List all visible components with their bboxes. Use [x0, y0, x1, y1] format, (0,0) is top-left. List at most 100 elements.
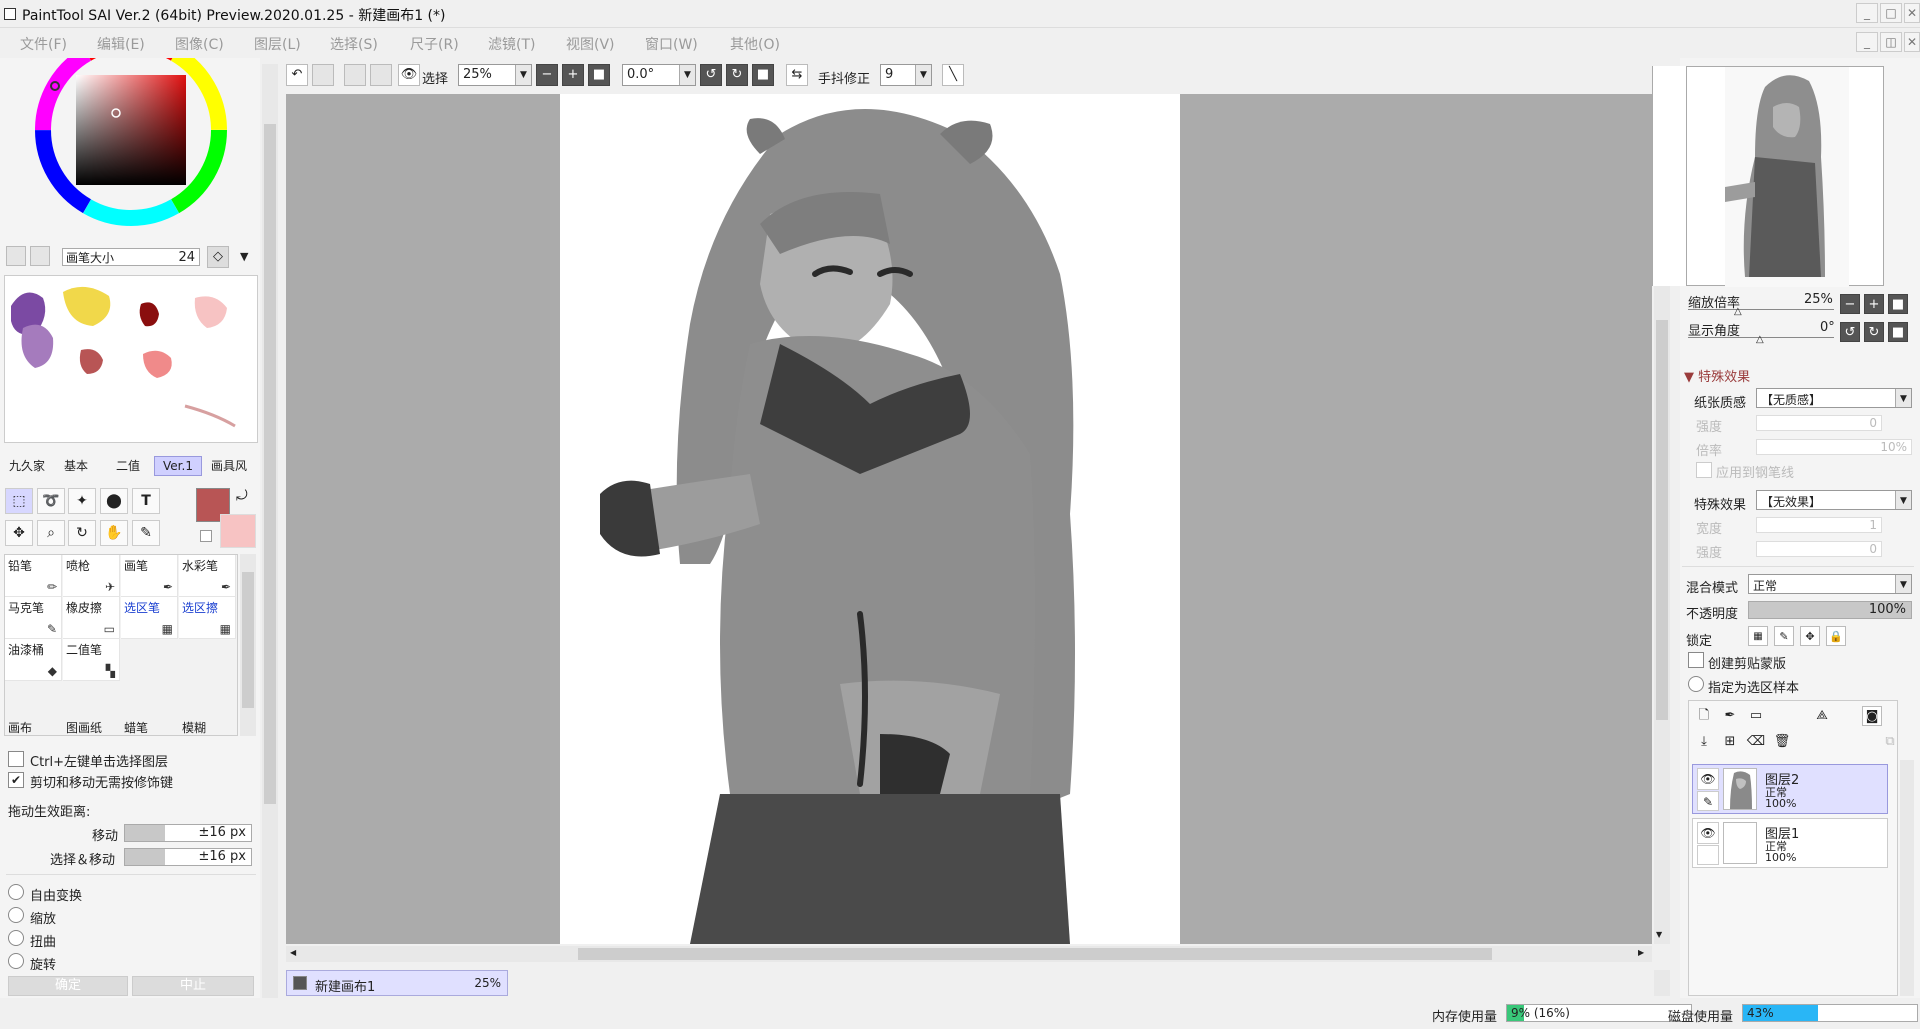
move-distance-slider[interactable]: ±16 px [124, 824, 252, 842]
canvas-horizontal-scrollbar[interactable]: ◀ ▶ [286, 946, 1652, 962]
menu-view[interactable]: 视图(V) [566, 34, 615, 54]
strength-slider[interactable]: 0 [1756, 415, 1882, 431]
ok-button[interactable]: 确定 [8, 976, 128, 996]
menu-filter[interactable]: 滤镜(T) [488, 34, 535, 54]
tab-scrollbar[interactable] [1654, 970, 1670, 996]
slider-thumb-icon[interactable]: △ [1756, 334, 1764, 345]
nav-zoom-slider[interactable] [1688, 309, 1834, 310]
menu-other[interactable]: 其他(O) [730, 34, 780, 54]
tab-binary[interactable]: 二值 [108, 456, 148, 476]
menu-select[interactable]: 选择(S) [330, 34, 378, 54]
doc-close-button[interactable]: ✕ [1904, 32, 1920, 52]
undo-button-icon[interactable]: ↶ [286, 64, 308, 86]
scroll-right-icon[interactable]: ▶ [1638, 948, 1644, 957]
lock-paint-icon[interactable]: ✎ [1774, 626, 1794, 646]
layer-effect-icon[interactable]: ⟁ [1812, 706, 1832, 726]
lock-transparency-icon[interactable]: ▦ [1748, 626, 1768, 646]
brush-slot[interactable]: 选区擦 ▦ [179, 597, 236, 639]
scroll-down-icon[interactable]: ▼ [1656, 930, 1662, 939]
layer-item-1[interactable]: 👁 图层1 正常 100% [1692, 818, 1888, 868]
background-color-swatch[interactable] [220, 514, 256, 548]
zoom-tool-icon[interactable]: ⌕ [37, 520, 65, 546]
canvas-tab[interactable]: 新建画布1 25% [286, 970, 508, 996]
color-wheel[interactable] [28, 58, 236, 236]
brush-slot[interactable]: 画笔 ✒ [121, 555, 178, 597]
eraser-toggle-icon[interactable]: ◇ [207, 246, 229, 268]
swap-colors-icon[interactable]: ⤾ [236, 488, 248, 504]
layer-extra-icon[interactable]: ⧉ [1880, 732, 1900, 752]
apply-pen-checkbox[interactable] [1696, 462, 1712, 478]
brush-slot[interactable]: 马克笔 ✎ [5, 597, 62, 639]
new-pen-layer-icon[interactable]: ✒ [1720, 706, 1740, 726]
nav-zoom-in-icon[interactable]: + [1864, 294, 1884, 314]
nav-rotate-reset-icon[interactable]: ■ [1888, 322, 1908, 342]
hand-tool-icon[interactable]: ✋ [100, 520, 128, 546]
rotate-radio[interactable] [8, 953, 24, 969]
layer-item-2[interactable]: 👁 ✎ 图层2 正常 100% [1692, 764, 1888, 814]
layer-add-icon[interactable]: ⊞ [1720, 732, 1740, 752]
selection-sample-radio[interactable] [1688, 676, 1704, 692]
opacity-slider[interactable]: 100% [1748, 601, 1912, 619]
angle-select[interactable]: 0.0° ▼ [622, 64, 696, 86]
cut-move-checkbox[interactable]: ✔ [8, 772, 24, 788]
width-slider[interactable]: 1 [1756, 517, 1882, 533]
layer-mask-icon[interactable]: ◙ [1862, 706, 1882, 726]
redo-button-icon[interactable] [312, 64, 334, 86]
tab-painter[interactable]: 画具风 [206, 456, 252, 476]
pen-mode-icon[interactable]: ✎ [1697, 791, 1719, 811]
left-panel-scrollbar[interactable] [262, 64, 278, 998]
invert-select-button[interactable] [370, 64, 392, 86]
selmove-distance-slider[interactable]: ±16 px [124, 848, 252, 866]
brush-slot[interactable]: 选区笔 ▦ [121, 597, 178, 639]
close-button[interactable]: ✕ [1904, 3, 1920, 23]
cancel-button[interactable]: 中止 [132, 976, 254, 996]
visibility-eye-icon[interactable]: 👁 [1697, 822, 1719, 844]
paper-texture-select[interactable]: 【无质感】 ▼ [1756, 388, 1912, 408]
scratchpad[interactable] [4, 275, 258, 443]
delete-layer-icon[interactable]: 🗑 [1772, 732, 1792, 752]
brush-prev-button[interactable] [6, 246, 26, 266]
move-tool-icon[interactable]: ✥ [5, 520, 33, 546]
transparent-color-icon[interactable] [200, 530, 212, 542]
menu-image[interactable]: 图像(C) [175, 34, 224, 54]
brush-grid-scrollbar[interactable] [240, 554, 256, 736]
brush-slot-label[interactable]: 模糊 [182, 719, 206, 735]
ctrl-click-checkbox[interactable] [8, 751, 24, 767]
rotate-left-button-icon[interactable]: ↺ [700, 64, 722, 86]
menu-edit[interactable]: 编辑(E) [97, 34, 145, 54]
clipping-mask-checkbox[interactable] [1688, 652, 1704, 668]
visibility-eye-icon[interactable]: 👁 [1697, 768, 1719, 790]
minimize-button[interactable]: _ [1856, 3, 1878, 23]
lasso-tool-icon[interactable]: ➰ [37, 488, 65, 514]
tab-basic[interactable]: 基本 [56, 456, 96, 476]
merge-down-icon[interactable]: ⤓ [1694, 732, 1714, 752]
layer-scrollbar[interactable] [1900, 760, 1914, 996]
tab-jiujiujia[interactable]: 九久家 [4, 456, 50, 476]
show-selection-eye-icon[interactable]: 👁 [398, 64, 420, 86]
shape-tool-icon[interactable]: ⬤ [100, 488, 128, 514]
lock-all-icon[interactable]: 🔒 [1826, 626, 1846, 646]
brush-size-field[interactable]: 画笔大小 24 [62, 248, 200, 266]
scale-radio[interactable] [8, 907, 24, 923]
lock-move-icon[interactable]: ✥ [1800, 626, 1820, 646]
blend-mode-select[interactable]: 正常 ▼ [1748, 574, 1912, 594]
zoom-in-button-icon[interactable]: + [562, 64, 584, 86]
zoom-select[interactable]: 25% ▼ [458, 64, 532, 86]
menu-ruler[interactable]: 尺子(R) [410, 34, 459, 54]
magic-wand-tool-icon[interactable]: ✦ [68, 488, 96, 514]
brush-slot[interactable]: 铅笔 ✏ [5, 555, 62, 597]
brush-slot[interactable]: 油漆桶 ◆ [5, 639, 62, 681]
tab-ver1[interactable]: Ver.1 [154, 456, 202, 476]
special-effect-select[interactable]: 【无效果】 ▼ [1756, 490, 1912, 510]
menu-file[interactable]: 文件(F) [20, 34, 67, 54]
brush-slot[interactable]: 水彩笔 ✒ [179, 555, 236, 597]
ratio-slider[interactable]: 10% [1756, 439, 1912, 455]
menu-layer[interactable]: 图层(L) [254, 34, 301, 54]
stabilizer-select[interactable]: 9 ▼ [880, 64, 932, 86]
brush-menu-arrow-icon[interactable]: ▼ [240, 250, 248, 263]
menu-window[interactable]: 窗口(W) [645, 34, 698, 54]
effects-header[interactable]: ▼ 特殊效果 [1684, 366, 1750, 385]
brush-slot[interactable]: 喷枪 ✈ [63, 555, 120, 597]
brush-slot-label[interactable]: 蜡笔 [124, 719, 148, 735]
distort-radio[interactable] [8, 930, 24, 946]
